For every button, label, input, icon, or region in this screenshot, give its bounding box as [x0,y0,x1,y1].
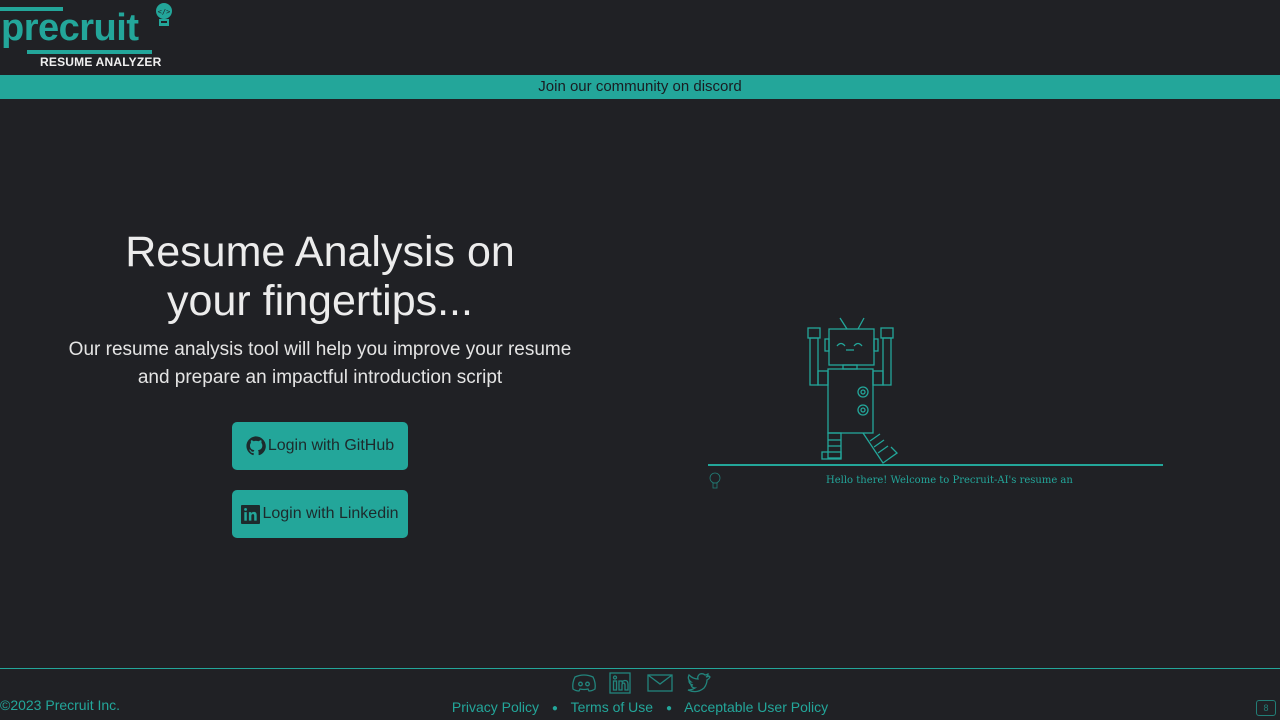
robot-illustration: Hello there! Welcome to Precruit-AI's re… [700,230,1220,570]
terms-of-use-link[interactable]: Terms of Use [571,699,653,715]
code-badge-icon: </> [156,3,172,26]
social-links [570,672,712,694]
linkedin-icon[interactable] [608,672,636,694]
login-linkedin-button[interactable]: Login with Linkedin [232,490,408,538]
footer-divider [0,668,1280,669]
link-separator: ● [665,702,673,714]
linkedin-icon [241,504,261,524]
github-icon [246,436,266,456]
twitter-icon[interactable] [684,672,712,694]
svg-text:</>: </> [158,8,171,16]
login-linkedin-label: Login with Linkedin [262,505,399,522]
mail-icon[interactable] [646,672,674,694]
hero-title: Resume Analysis on your fingertips... [40,228,600,326]
hero-subtitle: Our resume analysis tool will help you i… [40,336,600,392]
welcome-typing-text: Hello there! Welcome to Precruit-AI's re… [826,475,1073,486]
logo-subtitle: RESUME ANALYZER [40,55,162,69]
hero-subtitle-line: Our resume analysis tool will help you i… [68,339,572,360]
hero-subtitle-line: and prepare an impactful introduction sc… [137,367,503,388]
acceptable-use-policy-link[interactable]: Acceptable User Policy [684,699,828,715]
logo[interactable]: precruit </> RESUME ANALYZER [0,0,180,72]
logo-text: precruit [1,7,139,49]
discord-icon[interactable] [570,672,598,694]
lightbulb-icon [709,472,721,489]
robot-icon [807,317,899,464]
privacy-policy-link[interactable]: Privacy Policy [452,699,539,715]
header: precruit </> RESUME ANALYZER [0,0,1280,74]
login-github-label: Login with GitHub [267,437,395,454]
hero: Resume Analysis on your fingertips... Ou… [40,228,600,392]
logo-decor-bar [27,50,152,54]
discord-banner-link[interactable]: Join our community on discord [0,75,1280,99]
login-github-button[interactable]: Login with GitHub [232,422,408,470]
corner-badge[interactable]: 8 [1256,700,1276,716]
ground-line [708,464,1163,466]
hero-title-line: Resume Analysis on [125,228,515,276]
hero-title-line: your fingertips... [167,277,473,325]
footer-links: Privacy Policy ● Terms of Use ● Acceptab… [0,699,1280,715]
link-separator: ● [551,702,558,714]
